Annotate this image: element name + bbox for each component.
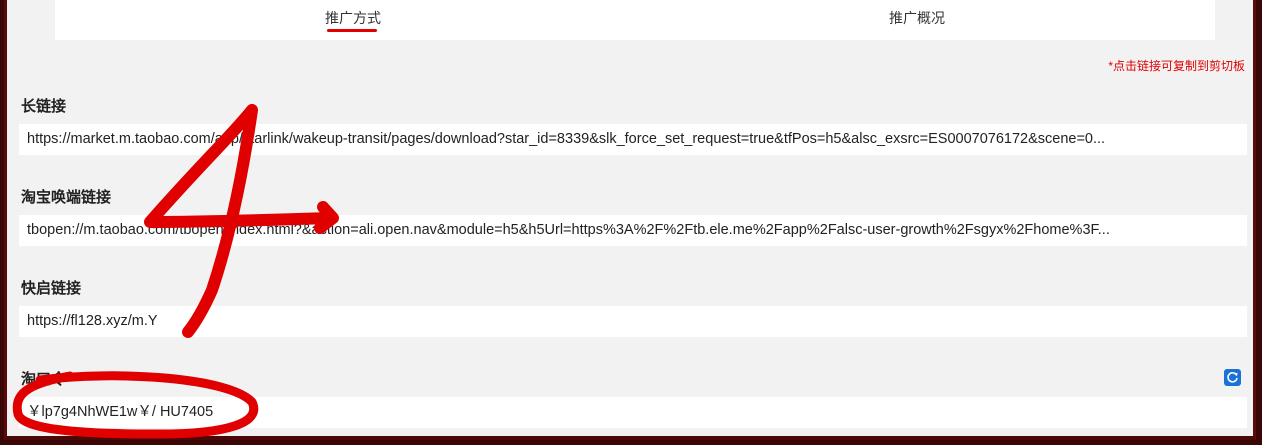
quick-link-label: 快启链接 (21, 280, 82, 297)
copy-hint-text: *点击链接可复制到剪切板 (1108, 59, 1245, 73)
tab-bar: 推广方式 推广概况 (55, 0, 1215, 40)
taobao-wake-link-field[interactable]: tbopen://m.taobao.com/tbopen/index.html?… (19, 215, 1247, 246)
tab-promotion-overview[interactable]: 推广概况 (889, 8, 945, 28)
taobao-wake-link-label: 淘宝唤端链接 (21, 189, 112, 206)
quick-link-field[interactable]: https://fl128.xyz/m.Y (19, 306, 1247, 337)
refresh-icon[interactable] (1224, 369, 1241, 386)
taokouling-label: 淘口令 (21, 371, 67, 388)
long-link-field[interactable]: https://market.m.taobao.com/app/starlink… (19, 124, 1247, 155)
tab-promotion-method[interactable]: 推广方式 (325, 8, 381, 28)
taokouling-field[interactable]: ￥lp7g4NhWE1w￥/ HU7405 (19, 397, 1247, 428)
promotion-panel: 推广方式 推广概况 *点击链接可复制到剪切板 长链接 https://marke… (4, 0, 1256, 440)
active-tab-indicator (327, 29, 377, 32)
long-link-label: 长链接 (21, 98, 67, 115)
